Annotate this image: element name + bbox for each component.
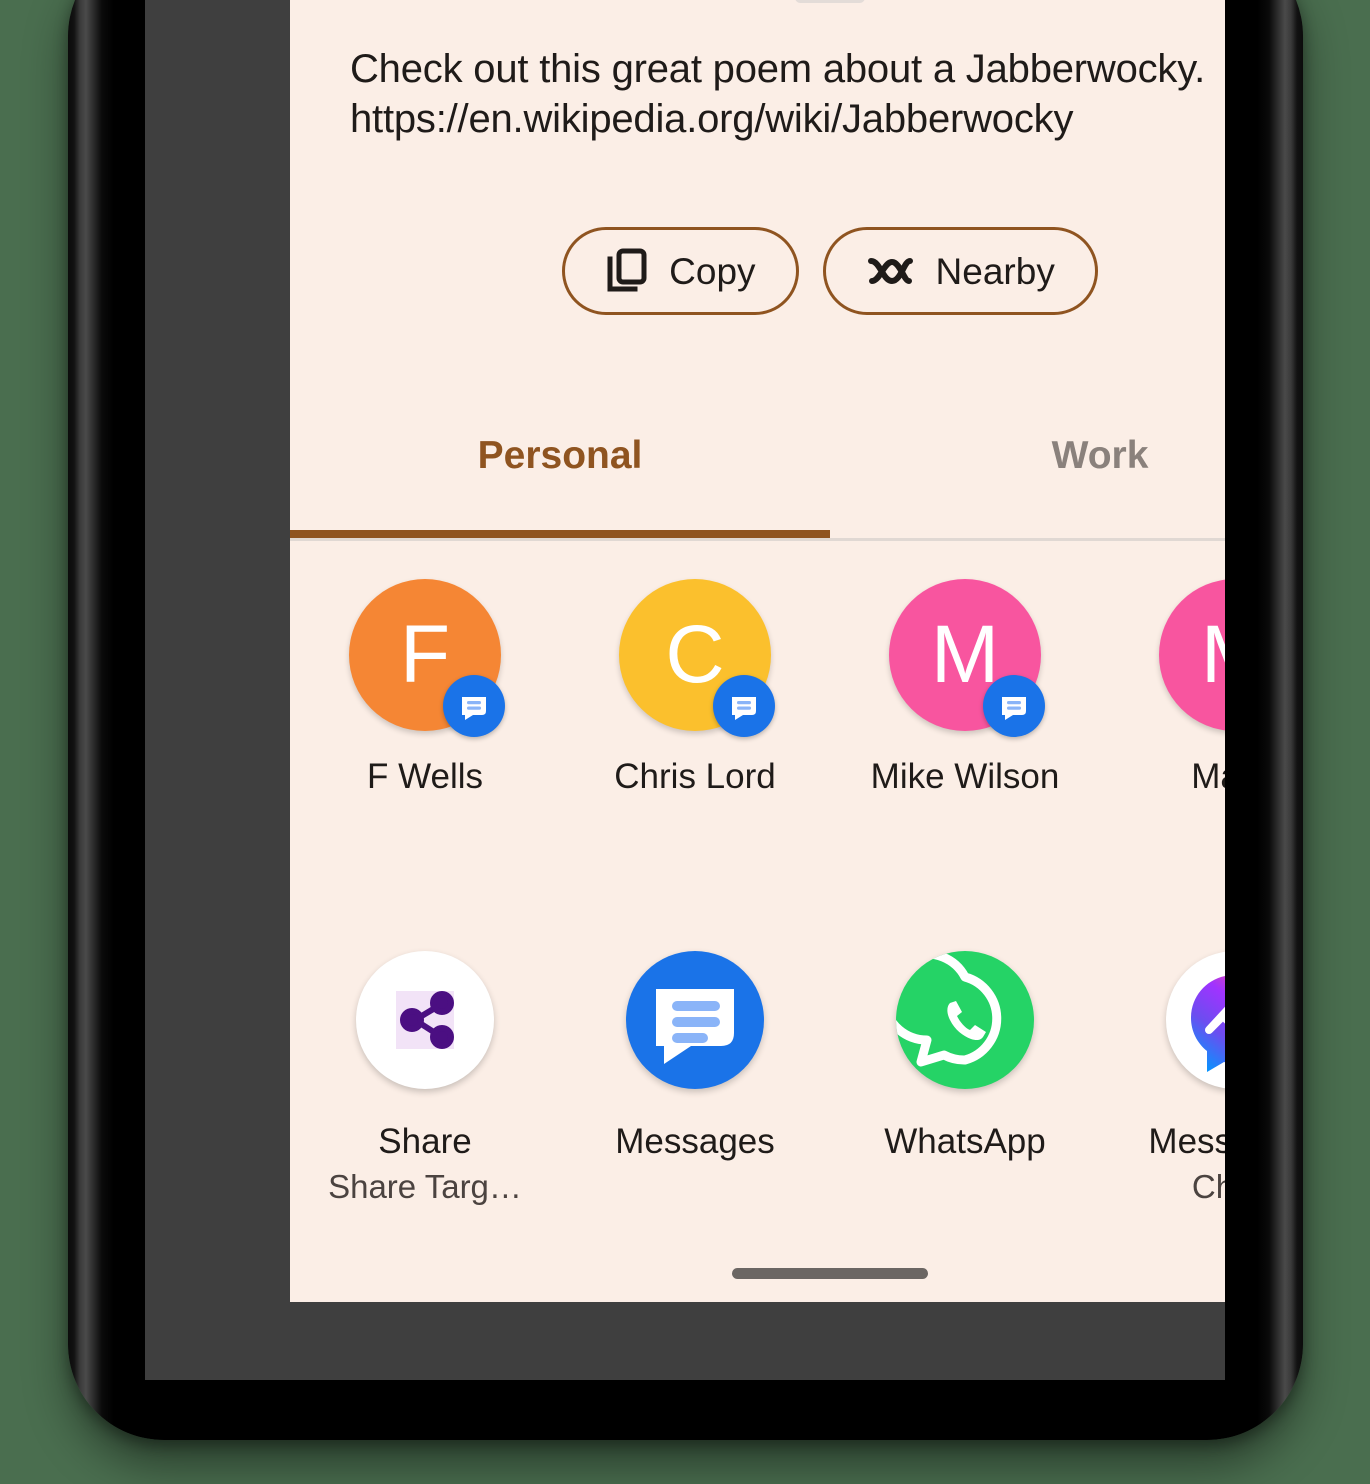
app-icon-wrap bbox=[1159, 944, 1225, 1096]
drag-handle[interactable] bbox=[795, 0, 865, 3]
share-target-label: WhatsApp bbox=[884, 1122, 1046, 1161]
share-target-mike-wilson[interactable]: M Mike Wilson bbox=[830, 579, 1100, 800]
gesture-navigation-bar[interactable] bbox=[732, 1268, 928, 1279]
tab-active-indicator bbox=[290, 530, 830, 538]
share-target-app-whatsapp[interactable]: WhatsApp bbox=[830, 944, 1100, 1210]
avatar-wrap: F bbox=[349, 579, 505, 737]
share-target-chris-lord[interactable]: C Chris Lord bbox=[560, 579, 830, 800]
preview-line-1: Check out this great poem about a Jabber… bbox=[350, 47, 1205, 91]
share-target-label: Marty bbox=[1191, 757, 1225, 796]
app-icon-wrap bbox=[889, 944, 1041, 1096]
tab-personal[interactable]: Personal bbox=[290, 399, 830, 534]
share-sheet: Check out this great poem about a Jabber… bbox=[290, 0, 1225, 1302]
share-target-sublabel: Chats bbox=[1191, 1168, 1225, 1206]
copy-button-label: Copy bbox=[669, 250, 756, 292]
nearby-share-icon bbox=[866, 252, 914, 290]
preview-line-2: https://en.wikipedia.org/wiki/Jabberwock… bbox=[350, 97, 1074, 141]
share-target-app-messages[interactable]: Messages bbox=[560, 944, 830, 1210]
share-target-label: Messages bbox=[615, 1122, 775, 1161]
share-apps-grid: Share Share Targ… Messages WhatsApp Mess… bbox=[290, 944, 1225, 1210]
share-target-label: F Wells bbox=[366, 757, 484, 796]
direct-share-contacts-grid: F F Wells C Chris Lord M Mike Wilson M bbox=[290, 579, 1225, 800]
share-target-label: Mike Wilson bbox=[870, 757, 1060, 796]
share-target-label: Share bbox=[378, 1122, 472, 1161]
avatar-wrap: M bbox=[1159, 579, 1225, 731]
share-target-app-share[interactable]: Share Share Targ… bbox=[290, 944, 560, 1210]
share-target-marty[interactable]: M Marty bbox=[1100, 579, 1225, 800]
copy-icon bbox=[605, 248, 647, 294]
whatsapp-icon bbox=[896, 951, 1034, 1089]
profile-tabs: Personal Work bbox=[290, 399, 1225, 541]
messages-app-icon bbox=[626, 951, 764, 1089]
share-target-label: Chris Lord bbox=[614, 757, 776, 796]
share-target-label: Messenger bbox=[1148, 1122, 1225, 1161]
nearby-button[interactable]: Nearby bbox=[822, 227, 1098, 315]
phone-screen: Check out this great poem about a Jabber… bbox=[145, 0, 1225, 1380]
messages-icon bbox=[443, 675, 505, 737]
share-actions-row: Copy Nearby bbox=[290, 227, 1225, 315]
messages-icon bbox=[713, 675, 775, 737]
share-target-app-messenger[interactable]: Messenger Chats bbox=[1100, 944, 1225, 1210]
tab-work[interactable]: Work bbox=[830, 399, 1225, 534]
messenger-icon bbox=[1166, 951, 1225, 1089]
nearby-button-label: Nearby bbox=[935, 250, 1055, 292]
tab-divider bbox=[290, 538, 1225, 541]
avatar-wrap: C bbox=[619, 579, 775, 737]
phone-device-frame: Check out this great poem about a Jabber… bbox=[68, 0, 1303, 1440]
share-preview-text: Check out this great poem about a Jabber… bbox=[350, 44, 1225, 144]
share-target-sublabel: Share Targ… bbox=[328, 1168, 522, 1206]
messages-icon bbox=[983, 675, 1045, 737]
avatar: M bbox=[1159, 579, 1225, 731]
share-target-f-wells[interactable]: F F Wells bbox=[290, 579, 560, 800]
avatar-wrap: M bbox=[889, 579, 1045, 737]
app-icon-wrap bbox=[619, 944, 771, 1096]
share-target-icon bbox=[356, 951, 494, 1089]
app-icon-wrap bbox=[349, 944, 501, 1096]
copy-button[interactable]: Copy bbox=[562, 227, 799, 315]
